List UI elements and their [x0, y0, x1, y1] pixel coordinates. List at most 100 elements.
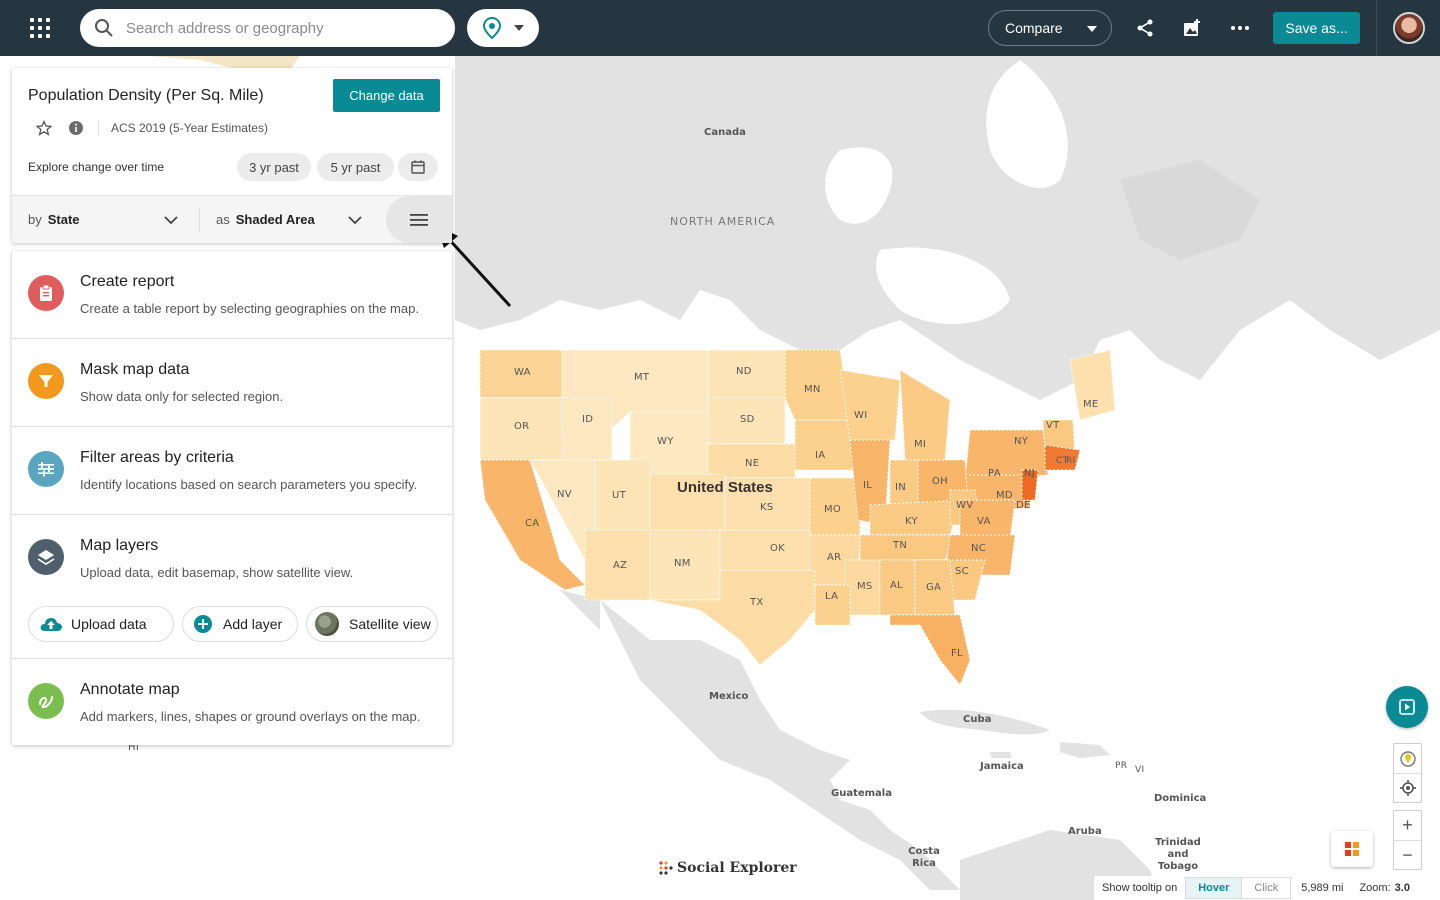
explore-label: Explore change over time — [28, 160, 165, 174]
state-label: AL — [890, 580, 904, 591]
state-label: MI — [914, 439, 927, 450]
state-label: OK — [770, 543, 786, 554]
menu-item-title: Map layers — [80, 537, 159, 554]
survey-label: ACS 2019 (5-Year Estimates) — [98, 121, 268, 135]
create-report-item[interactable]: Create report Create a table report by s… — [12, 251, 452, 338]
geolocate-icon[interactable] — [1394, 773, 1421, 802]
marker-icon[interactable] — [1394, 744, 1421, 773]
filter-areas-item[interactable]: Filter areas by criteria Identify locati… — [12, 427, 452, 514]
label-guatemala: Guatemala — [831, 788, 892, 799]
scale-readout: 5,989 mi — [1301, 882, 1344, 894]
state-label: MO — [824, 504, 842, 515]
meta-row: ACS 2019 (5-Year Estimates) — [36, 120, 268, 136]
divider — [1376, 0, 1377, 56]
selector-row: by State as Shaded Area — [12, 196, 452, 243]
location-dropdown[interactable] — [467, 9, 539, 47]
state-label: SC — [955, 566, 969, 577]
sliders-icon — [28, 451, 64, 487]
hover-toggle[interactable]: Hover — [1185, 877, 1243, 899]
chip-label: Add layer — [223, 616, 283, 632]
chevron-down-icon — [348, 216, 362, 224]
annotate-map-item[interactable]: Annotate map Add markers, lines, shapes … — [12, 659, 452, 745]
layers-icon — [28, 539, 64, 575]
state-label: ME — [1083, 399, 1099, 410]
apps-grid-icon[interactable] — [26, 16, 54, 40]
divider — [199, 208, 200, 232]
save-as-button[interactable]: Save as... — [1273, 12, 1360, 44]
state-label: WY — [657, 436, 674, 447]
play-story-button[interactable] — [1386, 686, 1428, 728]
state-label: WI — [854, 410, 868, 421]
funnel-icon — [28, 363, 64, 399]
legend-grid-icon — [1345, 842, 1359, 856]
state-label: VI — [1135, 765, 1145, 775]
state-label: MS — [857, 581, 873, 592]
compare-button[interactable]: Compare — [988, 10, 1112, 46]
zoom-in-icon[interactable]: + — [1394, 811, 1421, 840]
export-image-icon[interactable] — [1180, 16, 1204, 40]
chip-label: Upload data — [71, 616, 147, 632]
state-label: CA — [525, 518, 540, 529]
dataset-title: Population Density (Per Sq. Mile) — [28, 87, 264, 104]
star-icon[interactable] — [36, 120, 52, 136]
mask-map-data-item[interactable]: Mask map data Show data only for selecte… — [12, 339, 452, 426]
search-input[interactable] — [126, 19, 426, 37]
label-trinidad: Trinidad and Tobago — [1155, 837, 1201, 872]
label-aruba: Aruba — [1068, 826, 1102, 837]
legend-toggle-button[interactable] — [1331, 831, 1373, 867]
menu-item-desc: Create a table report by selecting geogr… — [80, 301, 419, 316]
state-label: WV — [956, 500, 974, 511]
five-year-past-button[interactable]: 5 yr past — [317, 153, 394, 181]
state-label: MT — [634, 372, 650, 383]
state-label: GA — [926, 582, 942, 593]
zoom-out-icon[interactable]: − — [1394, 840, 1421, 869]
chevron-down-icon — [164, 216, 178, 224]
change-data-button[interactable]: Change data — [333, 79, 440, 112]
play-icon — [1399, 699, 1415, 715]
menu-button[interactable] — [386, 196, 452, 243]
state-label: NC — [971, 543, 987, 554]
info-icon[interactable] — [68, 120, 84, 136]
state-label: AZ — [613, 560, 628, 571]
search-box[interactable] — [80, 9, 455, 47]
state-label: UT — [612, 490, 627, 501]
menu-item-title: Annotate map — [80, 681, 180, 698]
location-pin-icon — [482, 17, 502, 39]
state-label: OH — [932, 476, 948, 487]
state-label: NM — [674, 558, 691, 569]
chevron-down-icon — [514, 25, 524, 31]
state-label: AR — [827, 552, 842, 563]
label-dominica: Dominica — [1154, 793, 1207, 804]
upload-data-button[interactable]: Upload data — [28, 606, 174, 642]
menu-item-desc: Show data only for selected region. — [80, 389, 284, 404]
label-north-america: NORTH AMERICA — [670, 215, 776, 228]
tooltip-label: Show tooltip on — [1102, 882, 1178, 894]
user-avatar[interactable] — [1393, 12, 1425, 44]
caret-down-icon — [1087, 26, 1097, 32]
satellite-view-button[interactable]: Satellite view — [306, 606, 438, 642]
state-label: SD — [740, 414, 755, 425]
plus-circle-icon — [194, 615, 212, 633]
state-label: PR — [1115, 761, 1128, 771]
state-label: LA — [825, 591, 839, 602]
compare-label: Compare — [1005, 20, 1063, 36]
share-icon[interactable] — [1133, 16, 1157, 40]
zoom-controls: + − — [1393, 810, 1422, 870]
more-options-icon[interactable] — [1228, 16, 1252, 40]
satellite-thumbnail-icon — [315, 612, 339, 636]
as-prefix: as — [216, 212, 230, 227]
state-label: RI — [1066, 456, 1076, 466]
add-layer-button[interactable]: Add layer — [182, 606, 298, 642]
hamburger-icon — [410, 213, 428, 226]
menu-item-title: Filter areas by criteria — [80, 449, 234, 466]
top-bar: Compare Save as... — [0, 0, 1440, 56]
calendar-button[interactable] — [398, 153, 438, 181]
three-year-past-button[interactable]: 3 yr past — [237, 153, 311, 181]
state-label: NJ — [1024, 468, 1036, 479]
click-toggle[interactable]: Click — [1242, 877, 1292, 899]
clipboard-icon — [28, 275, 64, 311]
geography-level-select[interactable]: by State — [28, 196, 178, 243]
state-label: IN — [895, 482, 907, 493]
visualization-type-select[interactable]: as Shaded Area — [216, 196, 362, 243]
state-label: PA — [988, 468, 1001, 479]
